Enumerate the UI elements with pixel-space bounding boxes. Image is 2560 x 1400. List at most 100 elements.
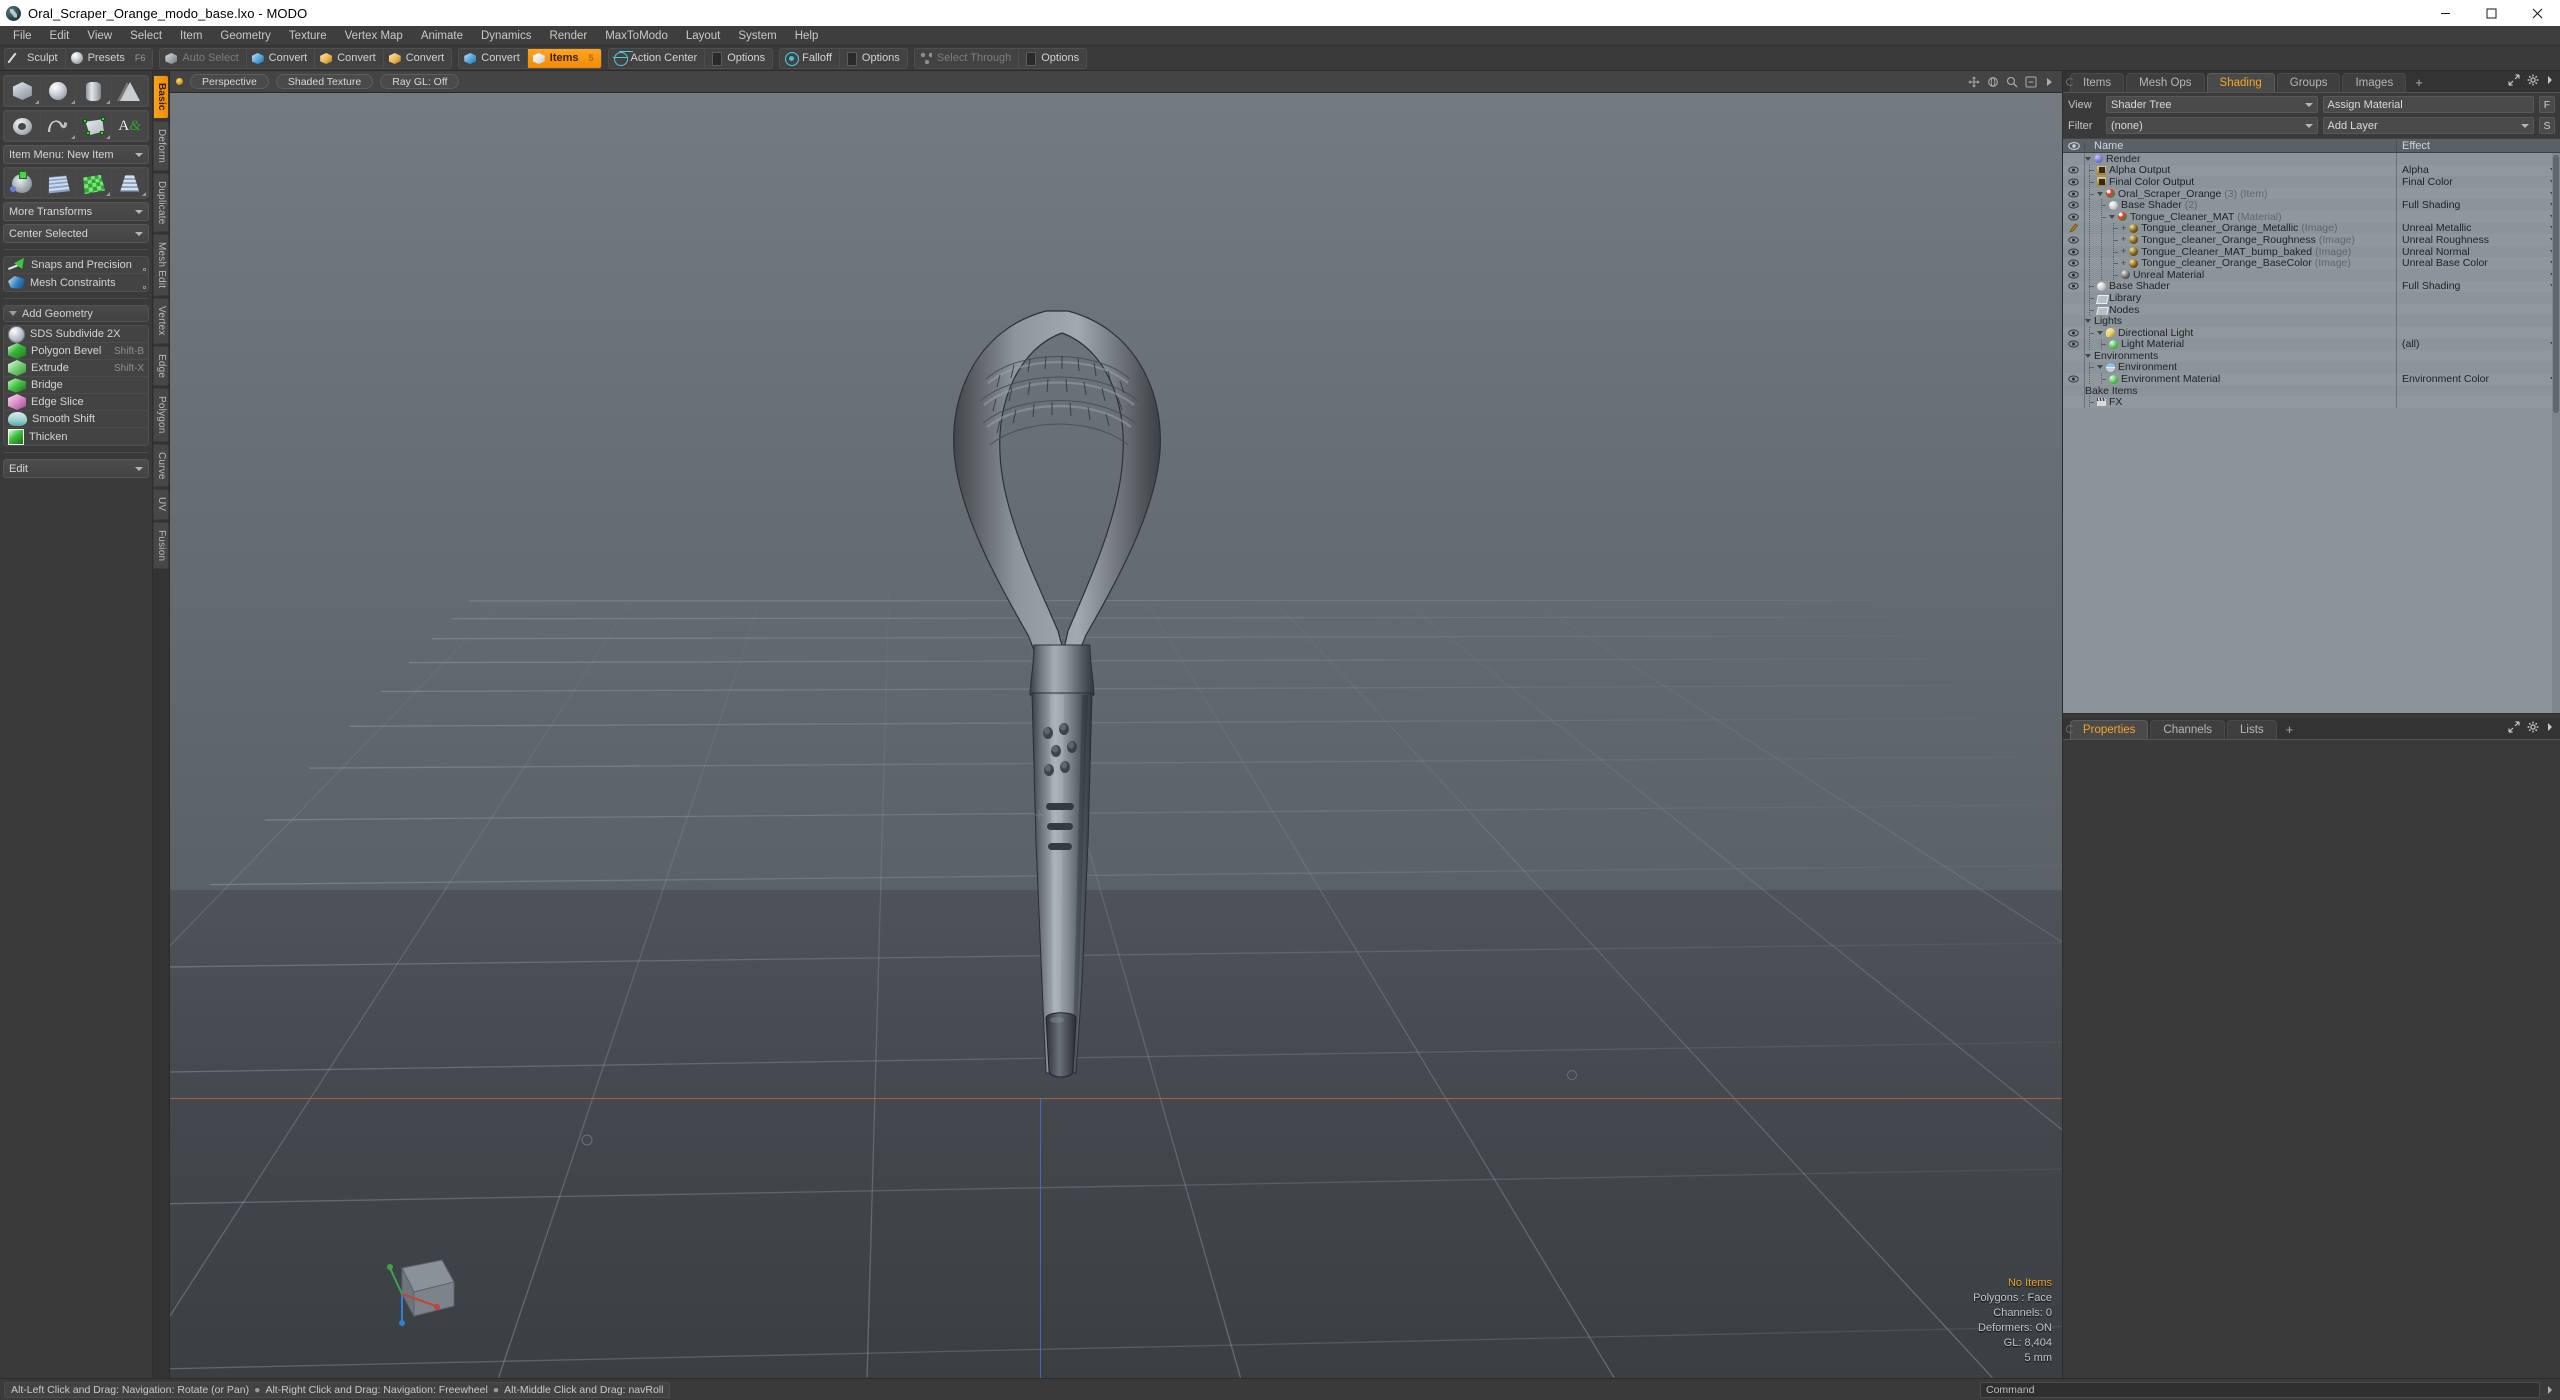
visibility-toggle[interactable] bbox=[2063, 245, 2085, 258]
extrude-button[interactable]: Extrude Shift-X bbox=[4, 360, 148, 377]
more-transforms-dropdown[interactable]: More Transforms bbox=[3, 202, 149, 221]
tree-row-effect[interactable] bbox=[2397, 327, 2560, 339]
maximize-button[interactable] bbox=[2468, 0, 2514, 26]
tab-vertex[interactable]: Vertex bbox=[153, 298, 169, 344]
select-through-options-button[interactable]: Options bbox=[1019, 49, 1086, 68]
sphere-primitive[interactable] bbox=[40, 77, 76, 105]
smooth-shift-button[interactable]: Smooth Shift bbox=[4, 411, 148, 428]
tab-images[interactable]: Images bbox=[2342, 73, 2407, 92]
tree-row-name[interactable]: Render bbox=[2085, 153, 2397, 165]
visibility-toggle[interactable] bbox=[2063, 396, 2085, 409]
tab-edge[interactable]: Edge bbox=[153, 346, 169, 387]
menu-select[interactable]: Select bbox=[121, 27, 171, 45]
shader-tree-row[interactable]: + Tongue_cleaner_Orange_BaseColor (Image)… bbox=[2063, 257, 2560, 269]
add-tab-button[interactable]: + bbox=[2408, 74, 2430, 92]
tab-groups[interactable]: Groups bbox=[2276, 73, 2341, 92]
tree-row-name[interactable]: Final Color Output bbox=[2085, 176, 2397, 188]
expand-plus-icon[interactable]: + bbox=[2121, 258, 2126, 268]
item-menu-dropdown[interactable]: Item Menu: New Item bbox=[3, 145, 149, 164]
tree-row-effect[interactable] bbox=[2397, 292, 2560, 304]
cube-primitive[interactable] bbox=[5, 77, 40, 105]
tree-row-name[interactable]: + Tongue_cleaner_Orange_BaseColor (Image) bbox=[2085, 257, 2397, 269]
tree-row-effect[interactable] bbox=[2397, 350, 2560, 362]
tree-row-effect[interactable] bbox=[2397, 385, 2560, 397]
tab-channels[interactable]: Channels bbox=[2150, 720, 2226, 739]
tree-row-effect[interactable] bbox=[2397, 211, 2560, 223]
cone-primitive[interactable] bbox=[112, 77, 147, 105]
menu-file[interactable]: File bbox=[4, 27, 41, 45]
menu-item[interactable]: Item bbox=[171, 27, 211, 45]
add-layer-shortcut-button[interactable]: S bbox=[2539, 117, 2555, 134]
sculpt-button[interactable]: Sculpt bbox=[5, 48, 66, 68]
tree-row-effect[interactable] bbox=[2397, 362, 2560, 374]
visibility-toggle[interactable] bbox=[2063, 361, 2085, 374]
axis-gizmo[interactable] bbox=[380, 1250, 470, 1330]
menu-edit[interactable]: Edit bbox=[41, 27, 79, 45]
tree-row-name[interactable]: FX bbox=[2085, 396, 2397, 409]
shader-tree-row[interactable]: Light Material (all) bbox=[2063, 338, 2560, 351]
gear-icon[interactable] bbox=[2527, 721, 2539, 733]
torus-primitive[interactable] bbox=[5, 112, 40, 140]
add-layer-dropdown[interactable]: Add Layer bbox=[2322, 117, 2534, 134]
tree-row-name[interactable]: + Tongue_cleaner_Orange_Roughness (Image) bbox=[2085, 234, 2397, 246]
shader-tree-body[interactable]: Render Alpha Output Alpha Final Color Outpu… bbox=[2063, 153, 2560, 713]
tree-row-effect[interactable] bbox=[2397, 188, 2560, 200]
panel-overflow-icon[interactable] bbox=[2546, 721, 2554, 733]
menu-render[interactable]: Render bbox=[540, 27, 596, 45]
visibility-toggle[interactable] bbox=[2063, 384, 2085, 397]
tree-row-effect[interactable]: Environment Color bbox=[2397, 373, 2560, 385]
assign-material-shortcut-button[interactable]: F bbox=[2539, 96, 2555, 113]
shader-tree-row[interactable]: Lights bbox=[2063, 315, 2560, 327]
tree-row-effect[interactable] bbox=[2397, 315, 2560, 327]
panel-menu-icon[interactable] bbox=[2066, 725, 2074, 733]
shader-tree-row[interactable]: + Tongue_Cleaner_MAT_bump_baked (Image) Un… bbox=[2063, 246, 2560, 258]
minimize-button[interactable] bbox=[2422, 0, 2468, 26]
menu-geometry[interactable]: Geometry bbox=[211, 27, 280, 45]
select-through-button[interactable]: Select Through bbox=[915, 48, 1020, 68]
menu-layout[interactable]: Layout bbox=[677, 27, 730, 45]
tab-mesh-edit[interactable]: Mesh Edit bbox=[153, 234, 169, 297]
view-mode-dropdown[interactable]: Perspective bbox=[190, 74, 269, 89]
visibility-toggle[interactable] bbox=[2063, 338, 2085, 351]
text-tool[interactable]: A& bbox=[112, 112, 147, 140]
assign-material-button[interactable]: Assign Material bbox=[2322, 96, 2534, 113]
expand-plus-icon[interactable]: + bbox=[2121, 223, 2126, 233]
tree-row-name[interactable]: Light Material bbox=[2085, 338, 2397, 351]
viewport-options-icon[interactable] bbox=[2025, 76, 2037, 88]
visibility-toggle[interactable] bbox=[2063, 303, 2085, 316]
tree-row-effect[interactable]: Unreal Roughness bbox=[2397, 234, 2560, 246]
shader-tree-row[interactable]: Directional Light bbox=[2063, 326, 2560, 339]
menu-dynamics[interactable]: Dynamics bbox=[472, 27, 540, 45]
expand-plus-icon[interactable]: + bbox=[2121, 235, 2126, 244]
tab-lists[interactable]: Lists bbox=[2227, 720, 2277, 739]
shader-tree-row[interactable]: + Tongue_cleaner_Orange_Metallic (Image) U… bbox=[2063, 222, 2560, 235]
command-submit-icon[interactable] bbox=[2544, 1384, 2556, 1396]
tab-uv[interactable]: UV bbox=[153, 489, 169, 520]
twisty-open-icon[interactable] bbox=[2109, 214, 2115, 219]
thicken-button[interactable]: Thicken bbox=[4, 428, 148, 445]
shader-tree-row[interactable]: Environment Material Environment Color bbox=[2063, 373, 2560, 385]
visibility-toggle[interactable] bbox=[2063, 187, 2085, 200]
visibility-toggle[interactable] bbox=[2063, 210, 2085, 223]
filter-dropdown[interactable]: (none) bbox=[2106, 117, 2318, 134]
transform-gizmo-tool[interactable] bbox=[5, 169, 40, 197]
visibility-toggle[interactable] bbox=[2063, 164, 2085, 177]
shader-tree-row[interactable]: Nodes bbox=[2063, 303, 2560, 316]
tree-row-name[interactable]: Alpha Output bbox=[2085, 164, 2397, 177]
expand-panel-icon[interactable] bbox=[2508, 721, 2520, 733]
close-button[interactable] bbox=[2514, 0, 2560, 26]
convert-edges-button[interactable]: Convert bbox=[315, 48, 384, 68]
visibility-toggle[interactable] bbox=[2063, 222, 2085, 235]
tab-basic[interactable]: Basic bbox=[153, 75, 169, 119]
tree-row-effect[interactable] bbox=[2397, 153, 2560, 165]
convert-polygons-button[interactable]: Convert bbox=[384, 49, 452, 68]
raygl-dropdown[interactable]: Ray GL: Off bbox=[380, 74, 460, 89]
zoom-view-icon[interactable] bbox=[2006, 76, 2018, 88]
panel-overflow-icon[interactable] bbox=[2546, 74, 2554, 86]
shader-tree-row[interactable]: Environment bbox=[2063, 361, 2560, 374]
tab-fusion[interactable]: Fusion bbox=[153, 521, 169, 569]
expand-panel-icon[interactable] bbox=[2508, 74, 2520, 86]
viewport-expand-icon[interactable] bbox=[2044, 76, 2056, 88]
shader-tree-row[interactable]: Final Color Output Final Color bbox=[2063, 176, 2560, 188]
shader-tree-row[interactable]: Base Shader Full Shading bbox=[2063, 280, 2560, 292]
